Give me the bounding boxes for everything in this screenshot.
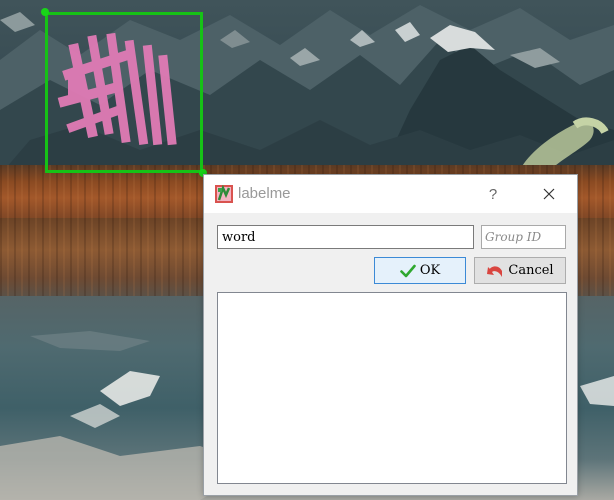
- dialog-title: labelme: [238, 185, 291, 202]
- dialog-titlebar[interactable]: labelme ?: [204, 175, 577, 213]
- help-button[interactable]: ?: [478, 179, 508, 209]
- labelme-app-icon: [215, 185, 233, 203]
- checkmark-icon: [400, 264, 416, 277]
- ok-label: OK: [419, 263, 441, 278]
- cancel-label: Cancel: [508, 263, 554, 278]
- ok-button[interactable]: OK: [374, 257, 466, 284]
- close-button[interactable]: [531, 179, 567, 209]
- group-id-input[interactable]: [481, 225, 566, 249]
- rectangle-annotation[interactable]: [45, 12, 203, 173]
- close-icon: [543, 188, 555, 200]
- undo-arrow-icon: [487, 265, 503, 277]
- vertex-handle-top-left[interactable]: [41, 8, 49, 16]
- label-dialog: labelme ? OK Cancel: [203, 174, 578, 496]
- cancel-button[interactable]: Cancel: [474, 257, 566, 284]
- annotated-text-region: [57, 32, 177, 146]
- label-input[interactable]: [217, 225, 474, 249]
- help-icon: ?: [488, 185, 498, 203]
- label-list[interactable]: [217, 292, 567, 484]
